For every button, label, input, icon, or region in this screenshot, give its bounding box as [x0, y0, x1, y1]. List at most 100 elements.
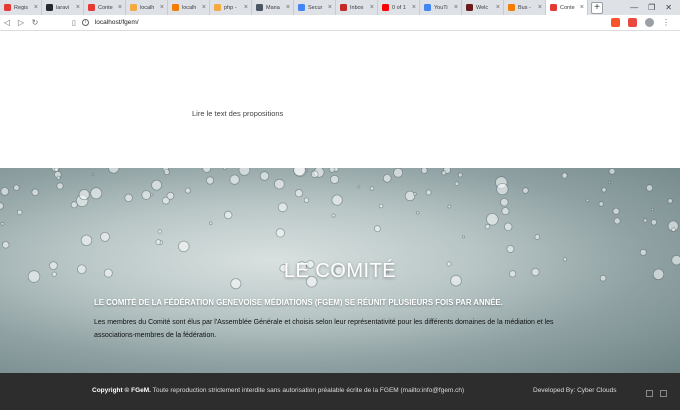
water-drop: [275, 228, 285, 238]
water-drop: [13, 184, 20, 191]
browser-tab[interactable]: 0 of 1 ×: [378, 0, 420, 15]
water-drop: [184, 187, 191, 194]
tab-label: php -: [224, 4, 237, 11]
water-drop: [671, 227, 676, 232]
tab-close-icon[interactable]: ×: [202, 4, 206, 11]
water-drop: [357, 185, 361, 189]
water-drop: [294, 189, 303, 198]
tab-close-icon[interactable]: ×: [328, 4, 332, 11]
water-drop: [293, 168, 306, 177]
water-drop: [650, 207, 655, 212]
water-drop: [645, 184, 654, 192]
tab-close-icon[interactable]: ×: [412, 4, 416, 11]
water-drop: [238, 168, 251, 176]
tab-label: localh: [140, 4, 155, 11]
url-text[interactable]: localhost/fgem/: [95, 19, 139, 26]
tab-favicon-icon: [4, 4, 11, 11]
water-drop: [613, 217, 621, 225]
maximize-button[interactable]: ❐: [648, 3, 655, 12]
extension-icon[interactable]: [628, 18, 637, 27]
water-drop: [393, 168, 403, 178]
water-drop: [1, 241, 10, 249]
hero-subtitle: LE COMITÉ DE LA FÉDÉRATION GENEVOISE MÉD…: [94, 298, 503, 307]
water-drop: [0, 187, 10, 196]
minimize-button[interactable]: —: [630, 3, 638, 12]
water-drop: [259, 171, 270, 181]
page-footer: Copyright © FGeM. Toute reproduction str…: [0, 373, 680, 410]
browser-tab[interactable]: Welc ×: [462, 0, 504, 15]
tab-label: laravi: [56, 4, 70, 11]
close-window-button[interactable]: ✕: [665, 3, 672, 12]
tab-favicon-icon: [256, 4, 263, 11]
water-drop: [223, 168, 227, 171]
water-drop: [16, 209, 23, 216]
reload-icon[interactable]: ↻: [28, 18, 42, 27]
water-drop: [496, 183, 509, 196]
tab-close-icon[interactable]: ×: [244, 4, 248, 11]
propositions-link[interactable]: Lire le text des propositions: [192, 109, 283, 118]
water-drop: [0, 221, 5, 226]
water-drop: [425, 189, 432, 196]
tab-close-icon[interactable]: ×: [496, 4, 500, 11]
footer-controls: [646, 390, 667, 397]
brave-shield-icon[interactable]: [611, 18, 620, 27]
tab-favicon-icon: [130, 4, 137, 11]
tab-close-icon[interactable]: ×: [454, 4, 458, 11]
browser-tab[interactable]: php - ×: [210, 0, 252, 15]
water-drop: [90, 187, 103, 200]
water-drop: [486, 213, 499, 226]
browser-tab-strip: Regis × laravi × Conte × localh × localh × php - × M…: [0, 0, 680, 15]
bookmark-icon[interactable]: ▯: [72, 19, 76, 27]
water-drop: [31, 188, 39, 196]
water-drop: [56, 175, 61, 180]
tab-close-icon[interactable]: ×: [76, 4, 80, 11]
page-content-top: Lire le text des propositions: [0, 32, 680, 168]
water-drop: [178, 240, 190, 253]
tab-close-icon[interactable]: ×: [34, 4, 38, 11]
tab-label: localh: [182, 4, 197, 11]
browser-toolbar: ◁ ▷ ↻ ▯ i localhost/fgem/ ⋮: [0, 15, 680, 31]
browser-tab[interactable]: Inbox ×: [336, 0, 378, 15]
profile-avatar[interactable]: [645, 18, 654, 27]
water-drop: [56, 182, 64, 190]
tab-close-icon[interactable]: ×: [286, 4, 290, 11]
new-tab-button[interactable]: +: [591, 1, 603, 14]
address-bar[interactable]: ▯ i localhost/fgem/: [72, 19, 139, 27]
water-drop: [608, 168, 616, 175]
browser-tab[interactable]: Regis ×: [0, 0, 42, 15]
water-drop: [124, 193, 133, 203]
menu-icon[interactable]: ⋮: [662, 18, 670, 27]
back-icon[interactable]: ◁: [0, 18, 14, 27]
tab-favicon-icon: [172, 4, 179, 11]
tab-close-icon[interactable]: ×: [370, 4, 374, 11]
tab-label: Regis: [14, 4, 29, 11]
tab-label: Conte: [560, 4, 575, 11]
tab-label: Bus -: [518, 4, 531, 11]
browser-tab[interactable]: Conte ×: [84, 0, 126, 15]
scroll-button[interactable]: [646, 390, 653, 397]
tab-close-icon[interactable]: ×: [580, 4, 584, 11]
browser-tab[interactable]: YouTi ×: [420, 0, 462, 15]
water-drop: [166, 191, 175, 200]
water-drop: [0, 202, 4, 210]
water-drop: [208, 221, 213, 225]
tab-favicon-icon: [340, 4, 347, 11]
browser-tab[interactable]: localh ×: [126, 0, 168, 15]
site-info-icon[interactable]: i: [81, 19, 89, 26]
tab-close-icon[interactable]: ×: [538, 4, 542, 11]
tab-close-icon[interactable]: ×: [160, 4, 164, 11]
browser-tab[interactable]: Bus - ×: [504, 0, 546, 15]
water-drop: [223, 210, 233, 220]
browser-tab[interactable]: localh ×: [168, 0, 210, 15]
tab-label: YouTi: [434, 4, 448, 11]
tab-favicon-icon: [46, 4, 53, 11]
water-drop: [561, 172, 568, 179]
browser-tab[interactable]: Mana ×: [252, 0, 294, 15]
forward-icon[interactable]: ▷: [14, 18, 28, 27]
tab-close-icon[interactable]: ×: [118, 4, 122, 11]
scroll-button[interactable]: [660, 390, 667, 397]
browser-tab[interactable]: laravi ×: [42, 0, 84, 15]
browser-tab[interactable]: Conte ×: [546, 0, 588, 15]
water-drop: [150, 192, 154, 197]
browser-tab[interactable]: Secur ×: [294, 0, 336, 15]
